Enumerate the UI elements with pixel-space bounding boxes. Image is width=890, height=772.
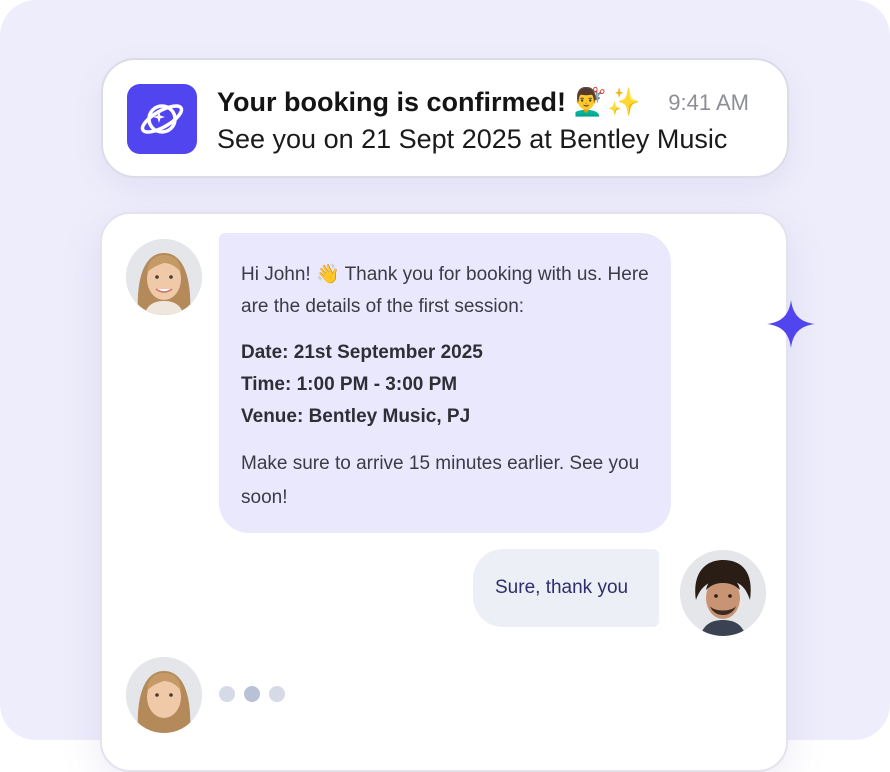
session-details: Date: 21st September 2025 Time: 1:00 PM …	[241, 337, 649, 433]
notification-title: Your booking is confirmed! 💇‍♂️✨	[217, 87, 641, 117]
outgoing-message-bubble: Sure, thank you	[473, 549, 659, 627]
typing-dot	[244, 686, 260, 702]
message-greeting: Hi John! 👋 Thank you for booking with us…	[241, 264, 649, 317]
typing-dot	[219, 686, 235, 702]
session-date: Date: 21st September 2025	[241, 342, 483, 363]
session-time: Time: 1:00 PM - 3:00 PM	[241, 374, 458, 395]
typing-dot	[269, 686, 285, 702]
typing-indicator	[219, 686, 285, 702]
planet-sparkle-icon	[127, 84, 197, 154]
message-closing: Make sure to arrive 15 minutes earlier. …	[241, 453, 640, 508]
booking-notification[interactable]: Your booking is confirmed! 💇‍♂️✨ 9:41 AM…	[101, 58, 789, 178]
agent-avatar	[126, 657, 202, 733]
sparkle-icon	[766, 299, 816, 354]
agent-avatar	[126, 239, 202, 315]
user-avatar	[680, 550, 766, 636]
notification-time: 9:41 AM	[668, 90, 749, 115]
outgoing-message-text: Sure, thank you	[495, 577, 629, 598]
incoming-message-bubble: Hi John! 👋 Thank you for booking with us…	[219, 233, 671, 533]
chat-panel: Hi John! 👋 Thank you for booking with us…	[100, 212, 788, 772]
notification-body: See you on 21 Sept 2025 at Bentley Music	[217, 124, 728, 154]
session-venue: Venue: Bentley Music, PJ	[241, 406, 471, 427]
